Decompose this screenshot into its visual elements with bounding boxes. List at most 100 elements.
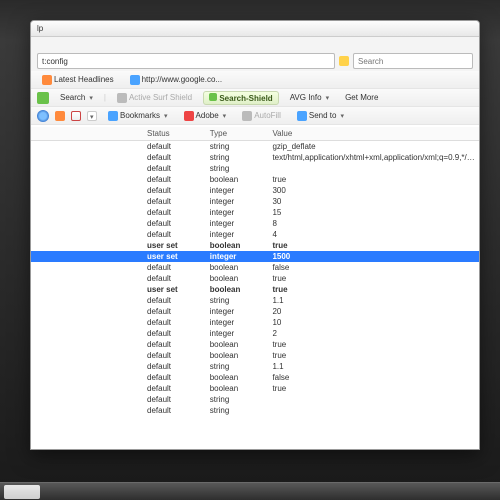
table-row[interactable]: defaultstringtext/html,application/xhtml… xyxy=(31,152,479,163)
table-row[interactable]: defaultinteger15 xyxy=(31,207,479,218)
status-cell: default xyxy=(143,207,206,218)
status-cell: default xyxy=(143,361,206,372)
status-cell: user set xyxy=(143,284,206,295)
titlebar[interactable]: lp xyxy=(31,21,479,37)
table-row[interactable]: defaultinteger4 xyxy=(31,229,479,240)
adobe-button[interactable]: Adobe xyxy=(179,109,232,123)
value-cell xyxy=(268,163,479,174)
table-row[interactable]: defaultstring1.1 xyxy=(31,361,479,372)
pref-name-cell xyxy=(31,394,143,405)
table-row[interactable]: defaultinteger300 xyxy=(31,185,479,196)
table-row[interactable]: user setbooleantrue xyxy=(31,240,479,251)
table-row[interactable]: defaultbooleantrue xyxy=(31,383,479,394)
pref-name-cell xyxy=(31,328,143,339)
table-row[interactable]: defaultstring1.1 xyxy=(31,295,479,306)
google-menu-icon[interactable] xyxy=(87,111,97,121)
col-name-header[interactable] xyxy=(31,127,143,141)
menubar[interactable] xyxy=(31,37,479,51)
table-row[interactable]: defaultbooleantrue xyxy=(31,339,479,350)
status-cell: default xyxy=(143,317,206,328)
table-row[interactable]: defaultinteger30 xyxy=(31,196,479,207)
preferences-table: Status Type Value defaultstringgzip_defl… xyxy=(31,127,479,416)
taskbar-item[interactable] xyxy=(4,485,40,499)
table-row[interactable]: user setbooleantrue xyxy=(31,284,479,295)
type-cell: boolean xyxy=(206,240,269,251)
status-cell: default xyxy=(143,229,206,240)
table-row[interactable]: defaultinteger2 xyxy=(31,328,479,339)
bookmark-label: Latest Headlines xyxy=(54,75,114,84)
pref-name-cell xyxy=(31,240,143,251)
status-cell: default xyxy=(143,372,206,383)
bookmarks-icon xyxy=(108,111,118,121)
star-icon[interactable] xyxy=(339,56,349,66)
table-row[interactable]: defaultbooleantrue xyxy=(31,273,479,284)
bookmarks-menu-button[interactable]: Bookmarks xyxy=(103,109,173,123)
bookmark-google[interactable]: http://www.google.co... xyxy=(125,73,228,87)
table-row[interactable]: defaultstring xyxy=(31,394,479,405)
type-cell: string xyxy=(206,295,269,306)
table-row[interactable]: defaultinteger10 xyxy=(31,317,479,328)
type-cell: string xyxy=(206,394,269,405)
status-cell: default xyxy=(143,394,206,405)
type-cell: string xyxy=(206,361,269,372)
get-more-button[interactable]: Get More xyxy=(340,91,383,104)
pref-name-cell xyxy=(31,339,143,350)
value-cell: true xyxy=(268,383,479,394)
type-cell: boolean xyxy=(206,339,269,350)
globe-icon[interactable] xyxy=(37,110,49,122)
pref-name-cell xyxy=(31,262,143,273)
status-cell: default xyxy=(143,350,206,361)
table-row[interactable]: defaultinteger20 xyxy=(31,306,479,317)
table-header-row[interactable]: Status Type Value xyxy=(31,127,479,141)
status-cell: default xyxy=(143,174,206,185)
table-row[interactable]: defaultstring xyxy=(31,405,479,416)
status-cell: default xyxy=(143,306,206,317)
about-config-content[interactable]: Status Type Value defaultstringgzip_defl… xyxy=(31,125,479,449)
taskbar[interactable] xyxy=(0,482,500,500)
status-cell: default xyxy=(143,196,206,207)
type-cell: boolean xyxy=(206,273,269,284)
table-row[interactable]: defaultinteger8 xyxy=(31,218,479,229)
table-row[interactable]: defaultbooleantrue xyxy=(31,350,479,361)
table-row[interactable]: user setinteger1500 xyxy=(31,251,479,262)
home-icon[interactable] xyxy=(55,111,65,121)
url-input[interactable] xyxy=(37,53,335,69)
pref-name-cell xyxy=(31,163,143,174)
col-value-header[interactable]: Value xyxy=(268,127,479,141)
value-cell: 20 xyxy=(268,306,479,317)
autofill-icon xyxy=(242,111,252,121)
table-row[interactable]: defaultbooleanfalse xyxy=(31,372,479,383)
bookmark-latest-headlines[interactable]: Latest Headlines xyxy=(37,73,119,87)
table-row[interactable]: defaultstringgzip_deflate xyxy=(31,141,479,153)
type-cell: string xyxy=(206,141,269,153)
type-cell: boolean xyxy=(206,262,269,273)
pref-name-cell xyxy=(31,273,143,284)
type-cell: boolean xyxy=(206,174,269,185)
search-shield-button[interactable]: Search-Shield xyxy=(203,91,279,105)
table-row[interactable]: defaultbooleantrue xyxy=(31,174,479,185)
autofill-button[interactable]: AutoFill xyxy=(237,109,286,123)
pref-name-cell xyxy=(31,141,143,153)
gmail-icon[interactable] xyxy=(71,111,81,121)
active-surf-shield-button[interactable]: Active Surf Shield xyxy=(112,91,197,105)
value-cell: 10 xyxy=(268,317,479,328)
table-row[interactable]: defaultbooleanfalse xyxy=(31,262,479,273)
avg-search-button[interactable]: Search xyxy=(55,91,98,104)
pref-name-cell xyxy=(31,218,143,229)
type-cell: boolean xyxy=(206,383,269,394)
col-status-header[interactable]: Status xyxy=(143,127,206,141)
search-box[interactable] xyxy=(353,53,473,69)
table-row[interactable]: defaultstring xyxy=(31,163,479,174)
value-cell: 30 xyxy=(268,196,479,207)
status-cell: default xyxy=(143,339,206,350)
pref-name-cell xyxy=(31,295,143,306)
pref-name-cell xyxy=(31,405,143,416)
value-cell: 1.1 xyxy=(268,361,479,372)
avg-info-button[interactable]: AVG Info xyxy=(285,91,334,104)
status-cell: user set xyxy=(143,251,206,262)
pref-name-cell xyxy=(31,372,143,383)
value-cell: false xyxy=(268,262,479,273)
value-cell xyxy=(268,394,479,405)
send-to-button[interactable]: Send to xyxy=(292,109,349,123)
col-type-header[interactable]: Type xyxy=(206,127,269,141)
